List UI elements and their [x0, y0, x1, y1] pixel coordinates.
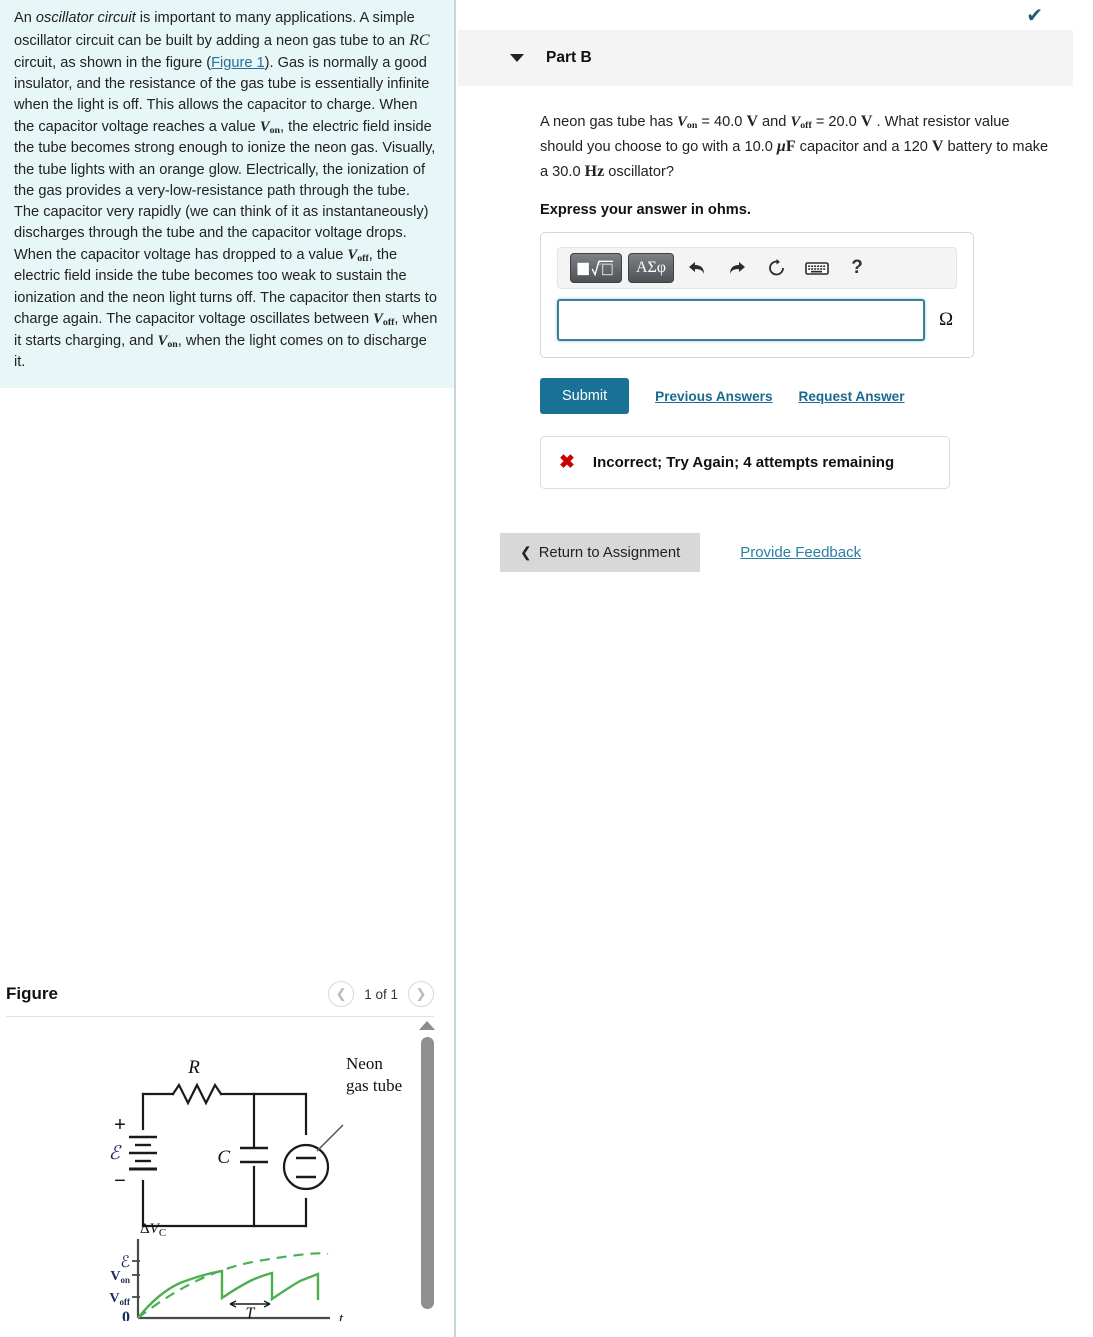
undo-icon[interactable]: [680, 253, 714, 283]
graph-tick-voff: Voff: [109, 1291, 131, 1307]
math-toolbar: n ΑΣφ ?: [557, 247, 957, 290]
voltage-graph: ΔVC ℰ Von Voff 0 T t: [109, 1221, 344, 1321]
return-to-assignment-label: Return to Assignment: [538, 544, 681, 561]
neon-tube-label-line2: gas tube: [346, 1076, 402, 1095]
submit-button[interactable]: Submit: [540, 378, 630, 415]
check-icon: ✔: [1026, 5, 1043, 27]
greek-symbols-label: ΑΣφ: [635, 259, 667, 277]
figure-next-button[interactable]: ❯: [408, 981, 434, 1007]
answer-input[interactable]: [557, 299, 925, 342]
feedback-message: Incorrect; Try Again; 4 attempts remaini…: [592, 454, 895, 472]
figure-title: Figure: [6, 984, 58, 1003]
keyboard-icon[interactable]: [800, 253, 834, 283]
previous-answers-link[interactable]: Previous Answers: [655, 389, 772, 404]
request-answer-link[interactable]: Request Answer: [799, 389, 905, 404]
figure-header: Figure ❮ 1 of 1 ❯: [0, 972, 456, 1016]
battery-minus-sign: −: [114, 1170, 126, 1192]
ideal-charging-curve: [137, 1252, 329, 1319]
figure-scrollbar[interactable]: [416, 1021, 438, 1331]
problem-intro-text: An oscillator circuit is important to ma…: [14, 10, 438, 371]
status-row: ✔: [458, 0, 1093, 30]
svg-text:n: n: [598, 262, 601, 268]
redo-icon[interactable]: [720, 253, 754, 283]
chevron-left-icon: ❮: [520, 544, 532, 561]
greek-symbols-button[interactable]: ΑΣφ: [628, 253, 674, 284]
figure-prev-button[interactable]: ❮: [328, 981, 355, 1007]
answer-instruction: Express your answer in ohms.: [540, 202, 751, 219]
figure-page-label: 1 of 1: [364, 986, 398, 1002]
figure-image: R C ℰ + − Neon gas tube ΔVC ℰ Von Voff 0…: [108, 1054, 402, 1321]
battery-plus-sign: +: [114, 1114, 126, 1136]
graph-tick-emf: ℰ: [120, 1254, 130, 1271]
part-title: Part B: [546, 49, 592, 66]
figure-1-link[interactable]: Figure 1: [211, 55, 265, 71]
bottom-actions-row: ❮ Return to Assignment Provide Feedback: [500, 533, 1053, 573]
figure-pager: ❮ 1 of 1 ❯: [328, 981, 434, 1007]
capacitor-voltage-curve: [137, 1269, 320, 1319]
scrollbar-thumb[interactable]: [420, 1037, 434, 1309]
graph-x-axis-label: t: [339, 1311, 344, 1321]
answer-input-row: Ω: [557, 299, 957, 342]
page-root: An oscillator circuit is important to ma…: [0, 0, 1093, 1337]
scroll-up-arrow-icon[interactable]: [419, 1021, 435, 1030]
x-mark-icon: ✖: [559, 452, 575, 474]
neon-tube-symbol: [282, 1143, 330, 1191]
return-to-assignment-button[interactable]: ❮ Return to Assignment: [500, 533, 701, 573]
resistor-label: R: [187, 1057, 200, 1078]
template-math-button[interactable]: n: [570, 253, 622, 284]
part-b-header[interactable]: Part B: [458, 30, 1073, 86]
left-panel: An oscillator circuit is important to ma…: [0, 0, 456, 1337]
graph-tick-zero: 0: [122, 1309, 130, 1321]
answer-entry-panel: n ΑΣφ ? Ω: [540, 232, 974, 359]
figure-panel: Figure ❮ 1 of 1 ❯ R C ℰ + − Neon gas tub…: [0, 972, 456, 1335]
help-icon[interactable]: ?: [840, 253, 874, 283]
provide-feedback-link[interactable]: Provide Feedback: [740, 544, 861, 561]
emf-label: ℰ: [108, 1143, 122, 1164]
question-body: A neon gas tube has Von = 40.0 V and Vof…: [458, 86, 1093, 573]
right-panel: ✔ Part B A neon gas tube has Von = 40.0 …: [458, 0, 1093, 573]
template-math-icon: n: [577, 261, 614, 277]
question-text: A neon gas tube has Von = 40.0 V and Vof…: [540, 113, 1049, 180]
problem-intro-card: An oscillator circuit is important to ma…: [0, 0, 454, 388]
capacitor-label: C: [217, 1147, 230, 1168]
answer-unit-label: Ω: [939, 309, 954, 331]
graph-period-label: T: [246, 1305, 256, 1321]
graph-tick-von: Von: [110, 1269, 130, 1285]
caret-down-icon[interactable]: [510, 54, 524, 62]
feedback-banner: ✖ Incorrect; Try Again; 4 attempts remai…: [540, 436, 950, 490]
submit-row: Submit Previous Answers Request Answer: [540, 378, 1053, 415]
graph-y-axis-label: ΔVC: [140, 1221, 166, 1239]
neon-tube-label-line1: Neon: [346, 1054, 383, 1073]
reset-icon[interactable]: [760, 253, 794, 283]
figure-body: R C ℰ + − Neon gas tube ΔVC ℰ Von Voff 0…: [0, 1017, 456, 1335]
